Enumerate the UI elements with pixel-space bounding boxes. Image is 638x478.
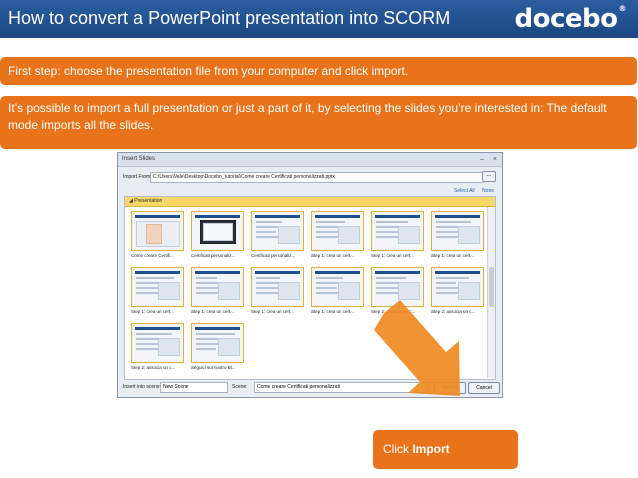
click-import-callout: Click Import (373, 430, 518, 469)
orange-pointer-arrow-icon (374, 300, 460, 396)
click-import-bold: Import (412, 442, 450, 456)
click-prefix: Click (383, 442, 413, 456)
